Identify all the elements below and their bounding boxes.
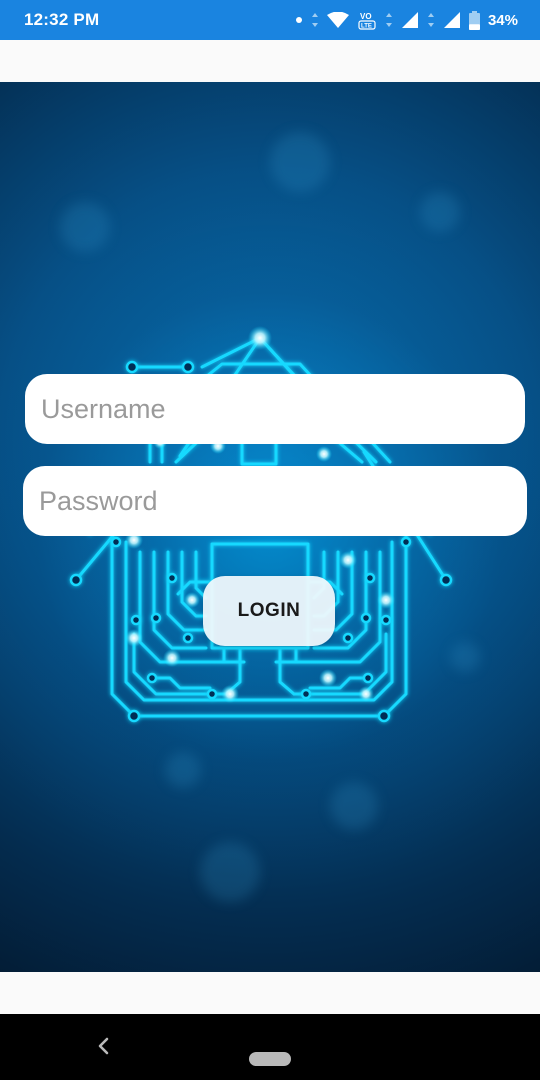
svg-text:LTE: LTE — [361, 24, 372, 30]
battery-percent: 34% — [487, 11, 518, 29]
svg-text:VO: VO — [360, 12, 372, 21]
navigation-bar — [0, 1014, 540, 1080]
wifi-icon — [326, 12, 349, 28]
app-screen: 12:32 PM VO LTE 34% Username LOGIN — [0, 0, 540, 1080]
signal-arrows-icon — [427, 13, 434, 27]
home-pill-icon[interactable] — [249, 1052, 291, 1066]
status-icons: VO LTE 34% — [295, 10, 518, 30]
notification-dot-icon — [295, 17, 302, 23]
username-input[interactable] — [25, 374, 525, 444]
login-button[interactable]: LOGIN — [203, 576, 335, 646]
battery-icon — [468, 10, 480, 30]
volte-icon: VO LTE — [358, 12, 376, 30]
password-input[interactable] — [23, 466, 527, 536]
signal-icon — [401, 12, 418, 28]
signal-arrows-icon — [385, 13, 392, 27]
data-arrows-icon — [311, 13, 318, 27]
back-chevron-icon[interactable] — [90, 1032, 118, 1060]
bottom-band — [0, 972, 540, 1014]
status-time: 12:32 PM — [24, 10, 100, 29]
top-band — [0, 40, 540, 82]
signal-icon — [443, 12, 460, 28]
status-bar: 12:32 PM VO LTE 34% — [0, 0, 540, 40]
